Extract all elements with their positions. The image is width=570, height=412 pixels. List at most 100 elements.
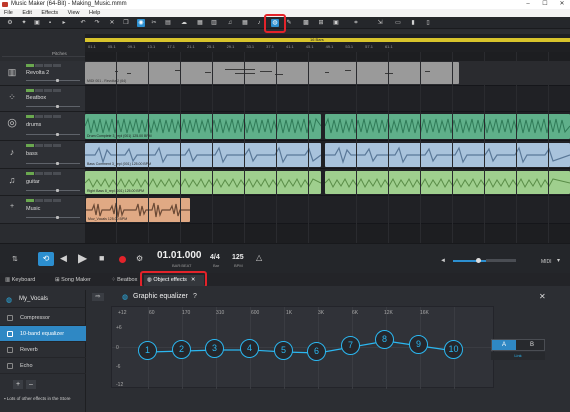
ab-b-button[interactable]: B [520,340,544,350]
tab-keyboard[interactable]: ▥ Keyboard [2,275,50,286]
layout-icon[interactable]: ▯ [424,19,432,27]
tempo-display[interactable]: 125 [232,254,244,261]
chart-icon[interactable]: ▮ [409,19,417,27]
add-effect-button[interactable]: + [13,380,23,389]
ab-link-button[interactable]: Link [491,352,545,360]
track-lane-music[interactable]: Muv_Vocals 125.00 BPM [85,196,570,224]
ab-compare-switch[interactable]: A B [491,339,545,351]
track-header-bass[interactable]: ♪ bass [0,141,85,169]
maximize-button[interactable]: ☐ [537,0,553,9]
close-window-button[interactable]: ✕ [554,0,570,9]
menu-edit[interactable]: Edit [22,10,31,16]
track-name[interactable]: Revolta 2 [26,70,49,76]
minimize-button[interactable]: – [520,0,536,9]
eq-band-6[interactable]: 6 [307,342,326,361]
track-lane-guitar[interactable]: Right Bass 8_repl (001) 125.00 BPM [85,169,570,196]
new-project-icon[interactable]: ✦ [20,19,28,27]
volume-fader[interactable] [26,105,80,108]
cut-tool-icon[interactable]: ⌗ [352,19,360,27]
loop-button[interactable]: ⟲ [38,252,54,266]
track-lane-revolta[interactable]: MIDI 001 - Revolta 2 (64) [85,61,570,86]
snap-icon[interactable]: ⊞ [317,19,325,27]
record-midi-icon[interactable]: ▣ [332,19,340,27]
track-header-music[interactable]: + Music [0,196,85,224]
keyboard-icon[interactable]: ▦ [241,19,249,27]
remove-effect-button[interactable]: – [26,380,36,389]
midi-clip[interactable]: MIDI 001 - Revolta 2 (64) [85,62,459,84]
eq-band-3[interactable]: 3 [205,339,224,358]
undo-icon[interactable]: ↶ [79,19,87,27]
tool-icon[interactable]: ✎ [285,19,293,27]
play-start-icon[interactable]: ▸ [60,19,68,27]
time-signature[interactable]: 4/4 [210,254,220,261]
expand-icon[interactable]: ▾ [557,257,560,264]
volume-fader[interactable] [26,162,80,165]
preset-arrow-button[interactable]: ⇨ [92,293,104,301]
group-icon[interactable]: ▤ [164,19,172,27]
track-header-beatbox[interactable]: ⁘ Beatbox [0,86,85,112]
stop-button[interactable]: ■ [99,253,104,263]
track-name[interactable]: guitar [26,179,40,185]
effect-checkbox-icon[interactable] [7,347,13,353]
range-bar[interactable] [85,38,570,42]
menu-help[interactable]: Help [89,10,100,16]
eq-band-10[interactable]: 10 [444,340,463,359]
effect-checkbox-icon[interactable] [7,315,13,321]
eq-band-7[interactable]: 7 [341,336,360,355]
audio-clip-bass-1[interactable]: Bass Comment 3_repl (001) 125.00 BPM [85,143,321,167]
volume-fader[interactable] [26,133,80,136]
menu-effects[interactable]: Effects [41,10,58,16]
track-lane-beatbox[interactable] [85,86,570,112]
midi-indicator[interactable]: MIDI [541,259,552,265]
effect-reverb[interactable]: Reverb [0,342,86,358]
close-panel-button[interactable]: ✕ [539,292,546,301]
effect-compressor[interactable]: Compressor [0,310,86,326]
volume-fader[interactable] [26,216,80,219]
mixer-toggle-icon[interactable]: ⇅ [12,255,18,263]
split-icon[interactable]: ✂ [150,19,158,27]
master-volume-handle[interactable] [476,258,481,263]
track-name[interactable]: drums [26,122,41,128]
audio-clip-guitar-1[interactable]: Right Bass 8_repl (001) 125.00 BPM [85,171,321,194]
arranger-area[interactable]: MIDI 001 - Revolta 2 (64) Drum Complete … [85,52,570,243]
save-icon[interactable]: ▪ [46,19,54,27]
track-name[interactable]: bass [26,151,38,157]
track-name[interactable]: Music [26,206,40,212]
track-header-guitar[interactable]: ♫ guitar [0,169,85,196]
eq-band-4[interactable]: 4 [240,339,259,358]
help-icon[interactable]: ? [193,293,197,300]
time-display[interactable]: 01.01.000 [157,250,202,261]
audio-clip-bass-2[interactable] [325,143,570,167]
cloud-icon[interactable]: ☁ [180,19,188,27]
rewind-icon[interactable]: ◀ [60,253,67,264]
eq-band-5[interactable]: 5 [274,341,293,360]
mouse-mode-icon[interactable]: ◉ [137,19,145,27]
display-icon[interactable]: ▭ [394,19,402,27]
play-button[interactable]: ▶ [78,251,87,265]
track-name[interactable]: Beatbox [26,95,46,101]
menu-view[interactable]: View [68,10,80,16]
store-link[interactable]: ▪ Lots of other effects in the Store [4,396,71,401]
graphic-equalizer[interactable] [111,306,495,389]
delete-icon[interactable]: ✕ [108,19,116,27]
track-header-drums[interactable]: ◎ drums [0,112,85,141]
copy-icon[interactable]: ❐ [122,19,130,27]
effect-checkbox-icon[interactable] [7,363,13,369]
mixer-icon[interactable]: ▥ [210,19,218,27]
audio-clip-drums-1[interactable]: Drum Complete 3_repl (001) 125.00 BPM [85,114,321,139]
record-button[interactable] [119,256,126,263]
track-lane-drums[interactable]: Drum Complete 3_repl (001) 125.00 BPM [85,112,570,141]
effect-echo[interactable]: Echo [0,358,86,374]
redo-icon[interactable]: ↷ [93,19,101,27]
tab-song-maker[interactable]: ⊞ Song Maker [52,275,106,286]
settings-icon[interactable]: ⚙ [6,19,14,27]
zoom-fit-icon[interactable]: ⇲ [376,19,384,27]
volume-fader[interactable] [26,79,80,82]
music-note-icon[interactable]: ♫ [226,19,234,27]
audio-clip-vocals[interactable]: Muv_Vocals 125.00 BPM [86,198,190,222]
eq-band-2[interactable]: 2 [172,340,191,359]
eq-band-9[interactable]: 9 [409,335,428,354]
audio-clip-guitar-2[interactable] [325,171,570,194]
menu-file[interactable]: File [4,10,13,16]
track-lane-bass[interactable]: Bass Comment 3_repl (001) 125.00 BPM [85,141,570,169]
